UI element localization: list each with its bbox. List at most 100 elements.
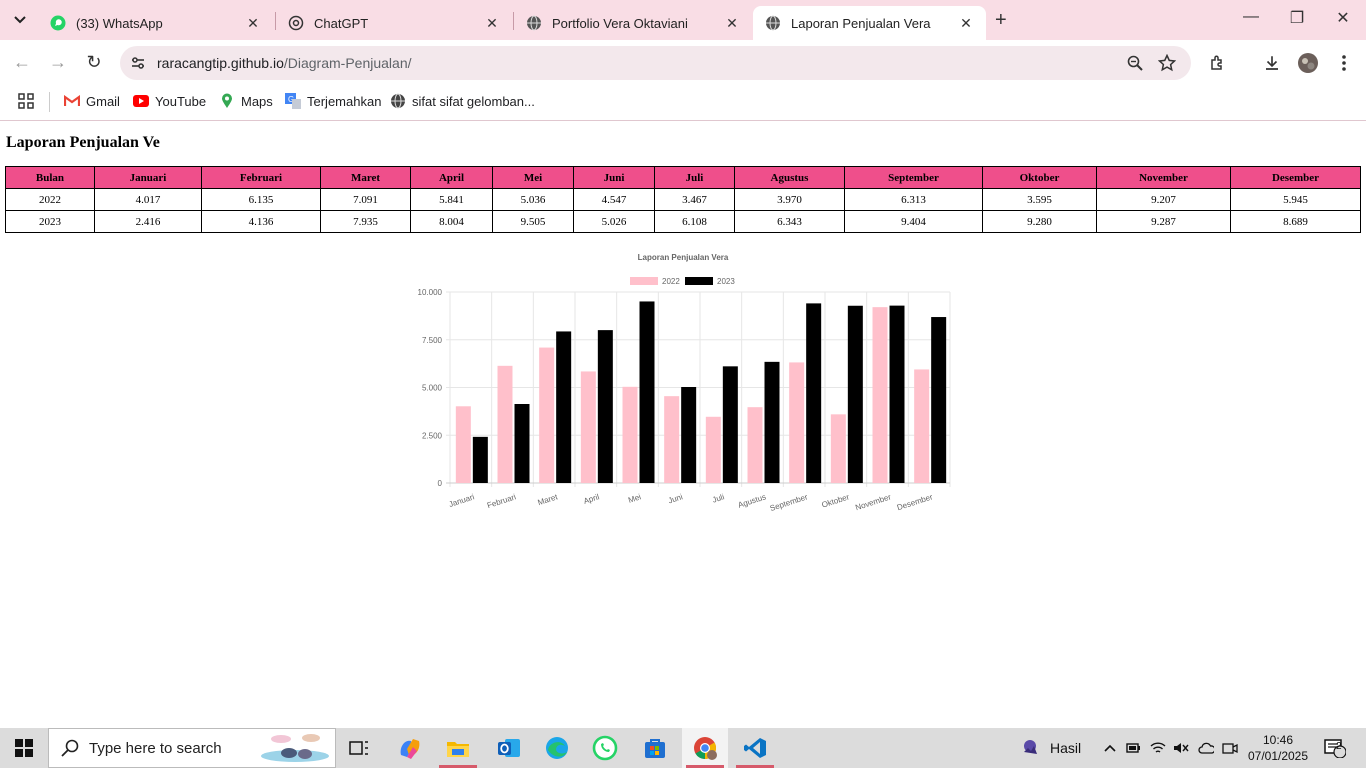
reload-icon[interactable]: ↻ <box>82 52 106 73</box>
system-clock[interactable]: 10:46 07/01/2025 <box>1238 732 1318 764</box>
browser-toolbar: ← → ↻ raracangtip.github.io/Diagram-Penj… <box>0 40 1366 85</box>
globe-icon <box>526 15 542 31</box>
table-cell: 3.467 <box>654 188 735 211</box>
clock-time: 10:46 <box>1262 733 1294 747</box>
table-cell: 4.017 <box>94 188 202 211</box>
address-bar[interactable]: raracangtip.github.io/Diagram-Penjualan/ <box>120 46 1191 80</box>
tab-title: Laporan Penjualan Vera <box>791 15 931 31</box>
chatgpt-icon <box>288 15 304 31</box>
battery-icon[interactable] <box>1126 740 1142 756</box>
search-highlight-illustration-icon <box>261 734 329 762</box>
x-tick-label: Juni <box>667 492 684 505</box>
bar-2023-februari <box>514 404 530 483</box>
chart-title: Laporan Penjualan Vera <box>638 253 729 262</box>
forward-arrow-icon[interactable]: → <box>46 52 70 73</box>
tab-search-button[interactable] <box>6 6 34 34</box>
x-tick-label: Juli <box>711 492 725 504</box>
bookmark-star-icon[interactable] <box>1158 54 1176 72</box>
bookmark-sifat-gelombang[interactable]: sifat sifat gelomban... <box>390 93 535 109</box>
copilot-icon[interactable] <box>387 728 433 768</box>
bookmark-label: Gmail <box>86 93 120 109</box>
x-tick-label: Februari <box>486 492 517 510</box>
url-text[interactable]: raracangtip.github.io/Diagram-Penjualan/ <box>157 55 412 71</box>
task-view-icon[interactable] <box>336 728 382 768</box>
tab-chatgpt[interactable]: ChatGPT ✕ <box>276 6 512 40</box>
bookmark-gmail[interactable]: Gmail <box>64 93 120 109</box>
table-cell: 5.945 <box>1230 188 1361 211</box>
microsoft-store-icon[interactable] <box>632 728 678 768</box>
bar-2022-desember <box>914 369 930 483</box>
bookmark-maps[interactable]: Maps <box>219 93 273 109</box>
profile-avatar-icon[interactable] <box>1297 52 1319 74</box>
bar-2023-maret <box>556 331 572 483</box>
tab-title: ChatGPT <box>314 15 369 31</box>
weather-label[interactable]: Hasil <box>1050 740 1081 756</box>
chrome-taskbar-icon[interactable] <box>682 728 728 768</box>
outlook-icon[interactable] <box>486 728 532 768</box>
legend-label-2022: 2022 <box>662 277 680 286</box>
back-arrow-icon[interactable]: ← <box>10 52 34 73</box>
translate-icon: G <box>285 93 301 109</box>
extensions-icon[interactable] <box>1207 52 1229 74</box>
taskbar-search[interactable]: Type here to search <box>48 728 336 768</box>
table-header-cell: Mei <box>492 166 574 189</box>
chevron-down-icon <box>14 16 26 24</box>
table-cell: 7.091 <box>320 188 411 211</box>
meet-now-icon[interactable] <box>1222 740 1238 756</box>
y-tick-label: 10.000 <box>418 288 443 297</box>
download-icon[interactable] <box>1261 52 1283 74</box>
table-cell: 2023 <box>5 210 95 233</box>
bar-2023-september <box>806 303 822 483</box>
windows-taskbar: Type here to search Hasil 10:46 07/01/20… <box>0 728 1366 768</box>
close-tab-icon[interactable]: ✕ <box>722 15 742 32</box>
weather-widget-icon[interactable] <box>1020 738 1040 758</box>
apps-grid-icon[interactable] <box>18 93 34 109</box>
windows-start-icon[interactable] <box>0 728 48 768</box>
tab-whatsapp[interactable]: (33) WhatsApp ✕ <box>38 6 273 40</box>
bar-2022-september <box>789 362 805 483</box>
site-info-icon[interactable] <box>128 53 148 73</box>
table-cell: 6.135 <box>201 188 321 211</box>
bar-2022-juli <box>705 416 721 483</box>
notification-center-icon[interactable] <box>1324 738 1346 758</box>
page-content: Laporan Penjualan Ve Bulan Januari Febru… <box>0 121 1366 728</box>
url-host: raracangtip.github.io <box>157 55 284 71</box>
vscode-icon[interactable] <box>732 728 778 768</box>
menu-kebab-icon[interactable] <box>1333 52 1355 74</box>
speaker-muted-icon[interactable] <box>1173 740 1189 756</box>
x-tick-label: Maret <box>537 492 560 507</box>
table-cell: 4.136 <box>201 210 321 233</box>
file-explorer-icon[interactable] <box>435 728 481 768</box>
table-header-cell: Bulan <box>5 166 95 189</box>
onedrive-cloud-icon[interactable] <box>1198 740 1214 756</box>
whatsapp-desktop-icon[interactable] <box>582 728 628 768</box>
bookmark-youtube[interactable]: YouTube <box>133 93 206 109</box>
close-tab-icon[interactable]: ✕ <box>956 15 976 32</box>
maps-pin-icon <box>219 93 235 109</box>
chevron-up-icon[interactable] <box>1102 740 1118 756</box>
edge-browser-icon[interactable] <box>534 728 580 768</box>
x-tick-label: Januari <box>448 492 476 509</box>
gmail-icon <box>64 93 80 109</box>
close-window-icon[interactable]: ✕ <box>1320 8 1366 28</box>
minimize-icon[interactable]: — <box>1228 8 1274 26</box>
tab-portfolio[interactable]: Portfolio Vera Oktaviani ✕ <box>514 6 752 40</box>
y-tick-label: 2.500 <box>422 431 443 440</box>
bar-2022-november <box>872 307 888 483</box>
close-tab-icon[interactable]: ✕ <box>243 15 263 32</box>
bookmark-terjemahkan[interactable]: G Terjemahkan <box>285 93 381 109</box>
bar-2023-agustus <box>764 361 780 483</box>
close-tab-icon[interactable]: ✕ <box>482 15 502 32</box>
bar-2022-mei <box>622 386 638 483</box>
table-header-cell: September <box>844 166 983 189</box>
new-tab-icon[interactable]: + <box>995 9 1007 32</box>
tab-laporan-penjualan[interactable]: Laporan Penjualan Vera ✕ <box>753 6 986 40</box>
restore-icon[interactable]: ❐ <box>1274 8 1320 28</box>
zoom-icon[interactable] <box>1126 54 1144 72</box>
table-cell: 2022 <box>5 188 95 211</box>
table-cell: 9.280 <box>982 210 1097 233</box>
clock-date: 07/01/2025 <box>1247 749 1309 763</box>
wifi-icon[interactable] <box>1150 740 1166 756</box>
table-header-cell: November <box>1096 166 1231 189</box>
table-cell: 6.313 <box>844 188 983 211</box>
